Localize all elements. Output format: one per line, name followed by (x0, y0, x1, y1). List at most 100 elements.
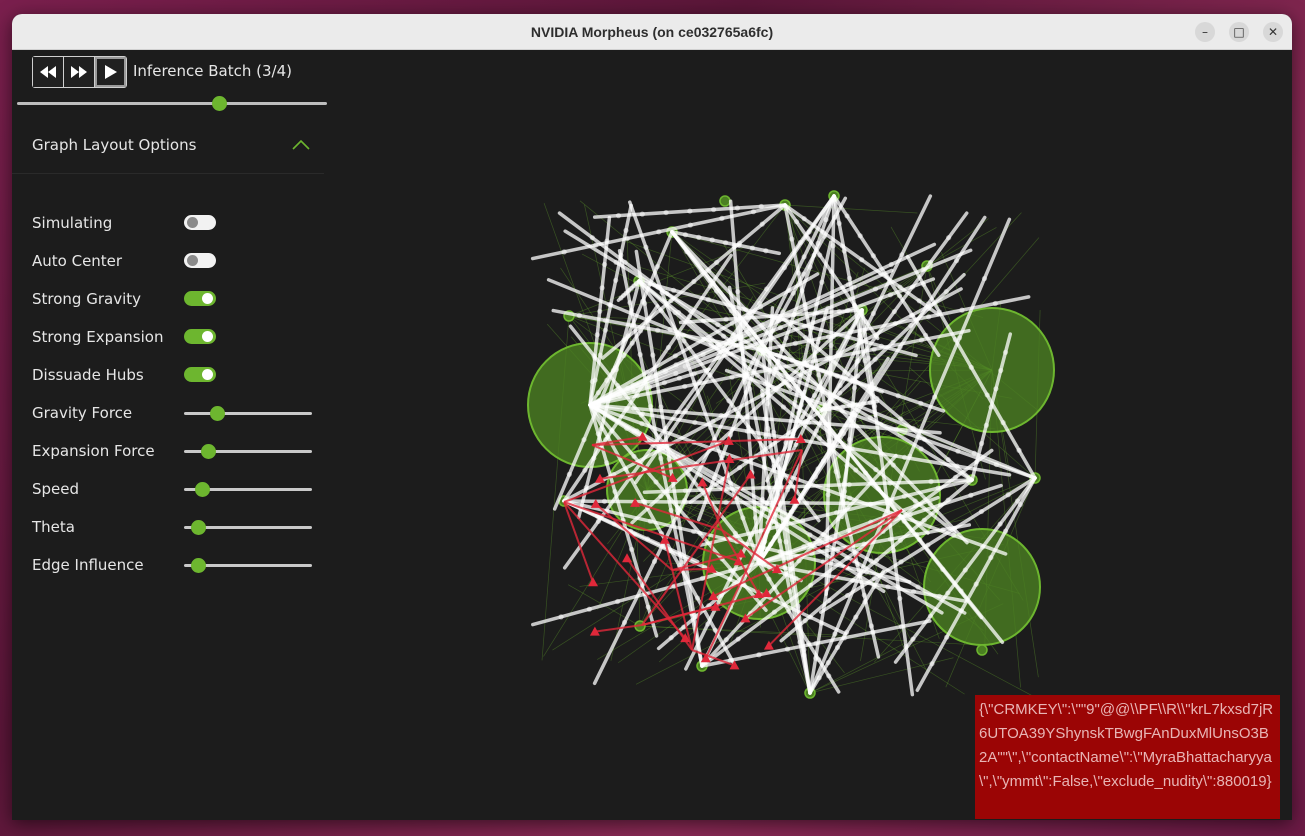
message-node (768, 313, 774, 319)
slider-thumb[interactable] (195, 482, 210, 497)
message-node (561, 249, 567, 255)
strong-gravity-toggle[interactable] (184, 291, 216, 306)
maximize-button[interactable]: □ (1229, 22, 1249, 42)
option-simulating: Simulating (32, 212, 322, 234)
close-button[interactable]: ✕ (1263, 22, 1283, 42)
fast-forward-button[interactable] (64, 57, 95, 87)
message-node (793, 219, 800, 225)
graph-node (976, 644, 988, 656)
message-node (814, 310, 820, 316)
message-node (684, 249, 690, 255)
message-node (804, 483, 810, 489)
message-node (953, 258, 960, 264)
message-node (718, 412, 724, 419)
slider-thumb[interactable] (191, 520, 206, 535)
message-node (749, 245, 756, 251)
message-node (602, 327, 609, 333)
message-node (631, 453, 637, 459)
message-node (883, 273, 889, 279)
simulating-toggle[interactable] (184, 215, 216, 230)
message-node (623, 466, 629, 472)
message-node (874, 396, 880, 402)
play-button[interactable] (95, 57, 126, 87)
message-node (839, 408, 845, 414)
option-auto-center: Auto Center (32, 250, 322, 272)
message-node (756, 652, 762, 658)
toggle-knob (187, 217, 198, 228)
batch-slider[interactable] (17, 96, 327, 111)
message-node (887, 292, 894, 298)
message-node (846, 481, 852, 488)
message-node (782, 555, 788, 561)
message-node (686, 314, 692, 320)
message-node (958, 588, 964, 594)
theta-slider[interactable] (184, 520, 312, 535)
graph-edge (784, 204, 918, 214)
message-node (621, 337, 627, 343)
message-node (896, 292, 903, 299)
message-node (841, 635, 848, 641)
message-node (673, 370, 679, 377)
slider-thumb[interactable] (201, 444, 216, 459)
message-node (1002, 528, 1009, 534)
message-node (624, 425, 630, 431)
message-node (660, 448, 667, 455)
message-node (623, 227, 629, 234)
edge-influence-slider[interactable] (184, 558, 312, 573)
message-node (898, 559, 904, 565)
message-node (857, 233, 863, 239)
auto-center-toggle[interactable] (184, 253, 216, 268)
message-node (674, 409, 681, 415)
gravity-force-slider[interactable] (184, 406, 312, 421)
message-node (726, 398, 732, 404)
message-node (813, 655, 819, 661)
slider-thumb[interactable] (191, 558, 206, 573)
dissuade-hubs-toggle[interactable] (184, 367, 216, 382)
expansion-force-slider[interactable] (184, 444, 312, 459)
transport-controls (32, 56, 127, 88)
message-node (664, 290, 670, 296)
message-node (735, 289, 741, 295)
message-node (655, 327, 661, 333)
message-node (869, 381, 875, 387)
message-node (707, 425, 714, 431)
option-gravity-force: Gravity Force (32, 402, 322, 424)
message-node (815, 240, 821, 246)
slider-thumb[interactable] (210, 406, 225, 421)
message-node (791, 311, 797, 318)
message-node (723, 316, 729, 322)
message-node (622, 259, 628, 265)
batch-slider-thumb[interactable] (212, 96, 227, 111)
message-node (983, 422, 989, 428)
rewind-button[interactable] (33, 57, 64, 87)
message-node (799, 414, 806, 420)
strong-expansion-toggle[interactable] (184, 329, 216, 344)
message-node (732, 530, 739, 537)
message-node (743, 307, 749, 313)
message-node (878, 421, 884, 427)
message-node (748, 428, 754, 434)
message-node (801, 652, 807, 658)
message-node (653, 479, 659, 485)
message-node (993, 461, 1000, 468)
play-icon (104, 65, 117, 79)
message-node (654, 264, 660, 270)
sidebar: Inference Batch (3/4) Graph Layout Optio… (12, 50, 334, 820)
message-node (692, 419, 698, 426)
message-node (641, 300, 648, 306)
message-node (830, 551, 836, 557)
message-node (918, 446, 924, 452)
message-node (613, 366, 620, 373)
message-node (851, 385, 858, 391)
minimize-button[interactable]: – (1195, 22, 1215, 42)
message-node (819, 368, 825, 374)
speed-slider[interactable] (184, 482, 312, 497)
message-node (968, 364, 974, 370)
message-node (802, 304, 808, 310)
message-node (656, 229, 662, 235)
message-node (589, 235, 595, 241)
message-node (899, 252, 905, 258)
message-node (687, 222, 693, 228)
message-node (583, 485, 589, 491)
graph-layout-options-header[interactable]: Graph Layout Options (12, 122, 324, 174)
